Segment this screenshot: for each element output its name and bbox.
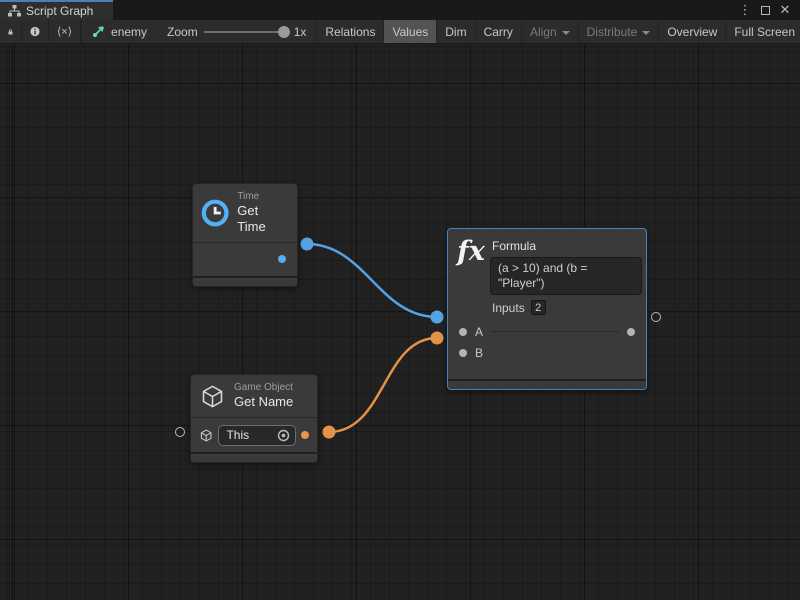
node-category: Game Object [234,382,293,394]
titlebar-controls: ⋮ ✕ [738,0,800,20]
align-dropdown[interactable]: Align [522,20,579,43]
code-preview-button[interactable]: ⟨×⟩ [49,20,81,43]
formula-expression-input[interactable]: (a > 10) and (b = "Player") [490,257,642,295]
node-formula[interactable]: fx Formula (a > 10) and (b = "Player") I… [447,228,647,390]
node-title: Get Name [234,394,293,410]
distribute-label: Distribute [587,25,638,39]
node-footer [448,381,646,389]
script-graph-window: Script Graph ⋮ ✕ ⟨×⟩ [0,0,800,600]
zoom-value: 1x [294,25,307,39]
relations-button[interactable]: Relations [317,20,384,43]
zoom-slider[interactable] [204,31,288,33]
flow-graph-icon [92,25,106,38]
close-icon[interactable]: ✕ [778,3,792,17]
relation-line [491,331,619,332]
formula-input-port-a[interactable] [459,328,467,336]
tab-script-graph[interactable]: Script Graph [0,0,113,20]
get-time-output-port[interactable] [278,255,286,263]
carry-button[interactable]: Carry [476,20,522,43]
wire-blue-start-dot[interactable] [301,238,314,251]
zoom-slider-knob[interactable] [278,26,290,38]
zoom-label: Zoom [167,25,198,39]
get-name-output-port[interactable] [301,431,309,439]
zoom-control: Zoom 1x [157,20,317,43]
get-time-body [193,243,297,276]
lock-button[interactable] [0,20,22,43]
fullscreen-button[interactable]: Full Screen [726,20,800,43]
node-get-name[interactable]: Game Object Get Name This [190,374,318,463]
cube-icon [199,383,226,410]
target-object-field[interactable]: This [218,425,296,446]
get-time-titles: Time Get Time [237,191,287,235]
wire-orange-end-dot[interactable] [431,332,444,345]
node-title: Get Time [237,203,287,235]
info-icon [30,25,40,38]
graph-name: enemy [111,25,147,39]
graph-hierarchy-icon [8,5,21,17]
formula-header: fx Formula (a > 10) and (b = "Player") I… [448,229,646,321]
graph-breadcrumb[interactable]: enemy [82,20,157,43]
wire-getname-to-formula-b[interactable] [329,338,437,432]
formula-inputs-row: Inputs 2 [492,300,642,315]
align-label: Align [530,25,557,39]
wire-blue-end-dot[interactable] [431,311,444,324]
graph-toolbar: ⟨×⟩ enemy Zoom 1x Relations Values Dim C… [0,20,800,44]
formula-port-row-b: B [448,342,646,363]
maximize-icon[interactable] [758,3,772,17]
window-menu-icon[interactable]: ⋮ [738,3,752,17]
formula-port-row-a: A [448,321,646,342]
get-name-body: This [191,418,317,452]
titlebar: Script Graph ⋮ ✕ [0,0,800,20]
distribute-dropdown[interactable]: Distribute [579,20,660,43]
formula-header-right: Formula (a > 10) and (b = "Player") Inpu… [490,237,642,317]
info-button[interactable] [22,20,49,43]
inputs-label: Inputs [492,301,525,315]
chevron-down-icon [642,31,650,35]
dim-button[interactable]: Dim [437,20,475,43]
formula-body-space [448,363,646,379]
formula-output-ring[interactable] [651,312,661,322]
node-get-time[interactable]: Time Get Time [192,183,298,287]
values-button[interactable]: Values [384,20,437,43]
getname-target-ring[interactable] [175,427,185,437]
node-category: Time [237,191,287,203]
object-picker-icon[interactable] [277,429,290,442]
formula-input-port-b[interactable] [459,349,467,357]
port-b-label: B [475,346,483,360]
formula-output-port[interactable] [627,328,635,336]
code-icon: ⟨×⟩ [57,25,72,38]
maximize-box [761,6,770,15]
cube-icon [199,428,213,443]
tab-label: Script Graph [26,4,93,18]
overview-button[interactable]: Overview [659,20,726,43]
get-time-header: Time Get Time [193,184,297,242]
get-name-header: Game Object Get Name [191,375,317,417]
target-value: This [226,428,249,442]
wires-layer [0,44,800,600]
node-title: Formula [492,239,642,253]
node-footer [193,278,297,286]
wire-orange-start-dot[interactable] [323,426,336,439]
fx-icon: fx [454,237,488,267]
node-footer [191,454,317,462]
get-name-titles: Game Object Get Name [234,382,293,410]
clock-icon [201,198,229,228]
wire-gettime-to-formula-a[interactable] [307,244,437,317]
lock-icon [8,26,13,38]
chevron-down-icon [562,31,570,35]
inputs-count-input[interactable]: 2 [531,300,546,315]
port-a-label: A [475,325,483,339]
titlebar-spacer [113,0,738,20]
graph-canvas[interactable]: Time Get Time fx Formula (a > 10) and (b… [0,44,800,600]
